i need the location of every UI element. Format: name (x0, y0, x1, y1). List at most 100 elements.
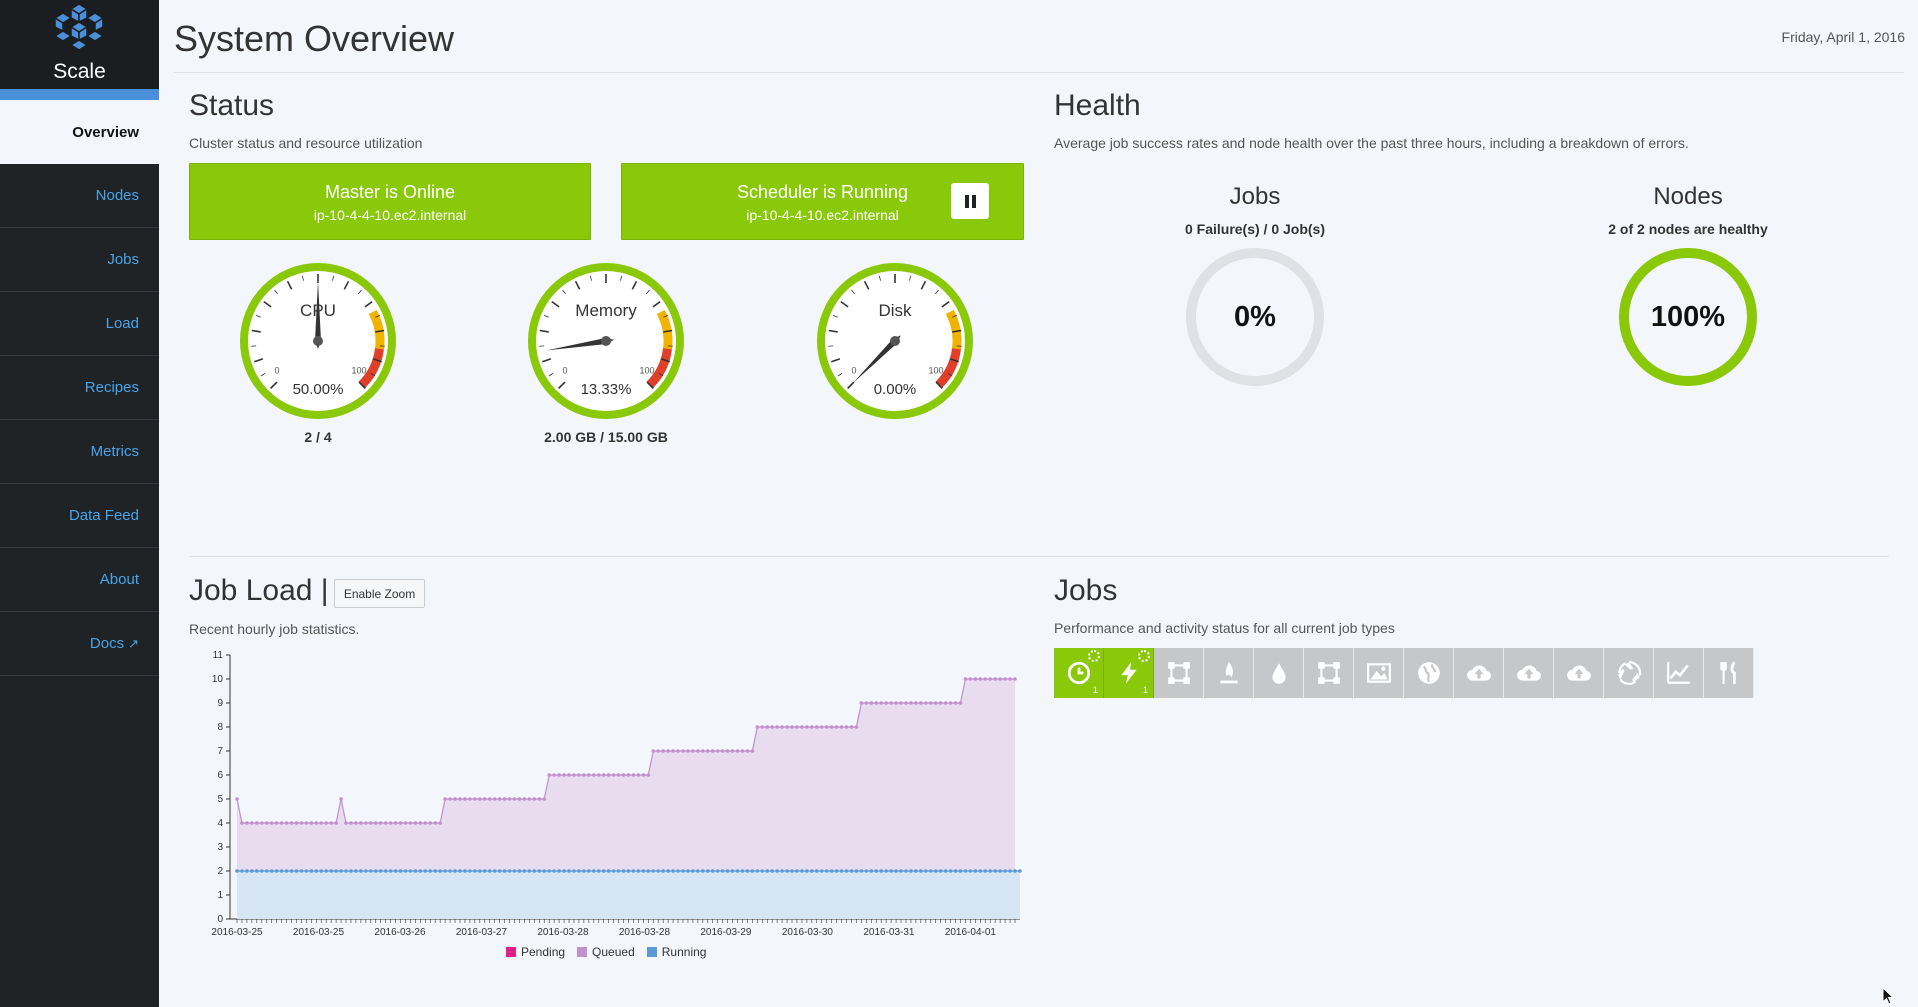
running-point (354, 869, 358, 873)
job-type-tile[interactable] (1154, 648, 1204, 698)
queued-point (814, 725, 819, 729)
running-point (284, 869, 289, 873)
job-type-tile[interactable] (1454, 648, 1504, 698)
running-point (274, 869, 279, 873)
legend-item-running[interactable]: Running (646, 945, 706, 959)
queued-point (988, 677, 993, 681)
running-point (626, 869, 631, 873)
running-point (919, 869, 923, 873)
running-point (532, 869, 537, 873)
queued-point (750, 749, 755, 753)
running-point (854, 869, 859, 873)
running-point (339, 869, 343, 873)
running-point (879, 869, 884, 873)
job-type-tile[interactable] (1704, 648, 1754, 698)
image-icon (1366, 663, 1391, 683)
queued-point (339, 797, 343, 801)
legend-swatch-pending (506, 947, 516, 957)
running-point (567, 869, 571, 873)
cloud-upload-icon (1466, 665, 1491, 681)
x-tick-label: 2016-03-28 (537, 927, 589, 938)
health-title: Health (1054, 89, 1141, 122)
legend-item-queued[interactable]: Queued (577, 945, 635, 959)
running-point (661, 869, 665, 873)
queued-point (413, 821, 418, 825)
queued-point (631, 773, 636, 777)
running-point (587, 869, 591, 873)
queued-point (819, 725, 824, 729)
running-point (948, 869, 953, 873)
sidebar-item-metrics[interactable]: Metrics (0, 420, 159, 484)
legend-item-pending[interactable]: Pending (506, 945, 565, 959)
queued-point (368, 821, 373, 825)
gauge-max-label: 100 (351, 366, 366, 376)
running-point (502, 869, 507, 873)
job-type-tile[interactable] (1354, 648, 1404, 698)
queued-point (235, 797, 239, 801)
queued-point (958, 701, 963, 705)
job-type-tile[interactable] (1654, 648, 1704, 698)
sidebar-item-load[interactable]: Load (0, 292, 159, 356)
queued-point (889, 701, 893, 705)
job-type-tile[interactable]: 1 (1104, 648, 1154, 698)
job-type-tile[interactable] (1504, 648, 1554, 698)
running-point (770, 869, 774, 873)
pause-scheduler-button[interactable] (951, 183, 989, 219)
job-type-tile[interactable] (1204, 648, 1254, 698)
running-area (237, 871, 1020, 919)
job-type-tile[interactable] (1404, 648, 1454, 698)
drop-icon (1272, 663, 1285, 684)
sidebar-item-jobs[interactable]: Jobs (0, 228, 159, 292)
sidebar-item-docs[interactable]: Docs ↗ (0, 612, 159, 676)
gauge-needle-hub (313, 336, 323, 346)
queued-point (720, 749, 725, 753)
job-type-tile[interactable]: 1 (1054, 648, 1104, 698)
queued-point (839, 725, 844, 729)
queued-point (403, 821, 408, 825)
queued-point (696, 749, 700, 753)
gauge-needle-hub (890, 336, 900, 346)
queued-point (978, 677, 983, 681)
running-point (492, 869, 497, 873)
job-type-count: 1 (1142, 685, 1148, 695)
running-point (814, 869, 819, 873)
queued-point (443, 797, 447, 801)
running-point (398, 869, 403, 873)
gauge-value: 0.00% (874, 381, 917, 398)
sidebar-item-recipes[interactable]: Recipes (0, 356, 159, 420)
memory-gauge-caption: 2.00 GB / 15.00 GB (544, 429, 668, 445)
queued-point (596, 773, 601, 777)
queued-point (1003, 677, 1007, 681)
enable-zoom-button[interactable]: Enable Zoom (334, 579, 425, 608)
job-type-tile[interactable] (1604, 648, 1654, 698)
running-point (240, 869, 244, 873)
running-point (914, 869, 918, 873)
queued-point (279, 821, 284, 825)
queued-point (463, 797, 467, 801)
running-point (745, 869, 750, 873)
queued-point (418, 821, 423, 825)
job-type-tile[interactable] (1554, 648, 1604, 698)
queued-point (998, 677, 1002, 681)
queued-point (354, 821, 358, 825)
job-type-tile[interactable] (1304, 648, 1354, 698)
running-point (487, 869, 492, 873)
sidebar-item-data-feed[interactable]: Data Feed (0, 484, 159, 548)
queued-point (735, 749, 740, 753)
queued-point (864, 701, 869, 705)
queued-point (770, 725, 774, 729)
brand[interactable]: Scale (0, 0, 159, 89)
sidebar-item-nodes[interactable]: Nodes (0, 164, 159, 228)
sidebar-item-overview[interactable]: Overview (0, 100, 159, 164)
gauge-min-label: 0 (275, 366, 280, 376)
job-type-tile[interactable] (1254, 648, 1304, 698)
sidebar-item-about[interactable]: About (0, 548, 159, 612)
queued-point (938, 701, 943, 705)
queued-point (591, 773, 596, 777)
running-point (740, 869, 745, 873)
queued-point (879, 701, 884, 705)
running-point (497, 869, 502, 873)
queued-point (289, 821, 294, 825)
queued-point (324, 821, 328, 825)
queued-point (299, 821, 304, 825)
